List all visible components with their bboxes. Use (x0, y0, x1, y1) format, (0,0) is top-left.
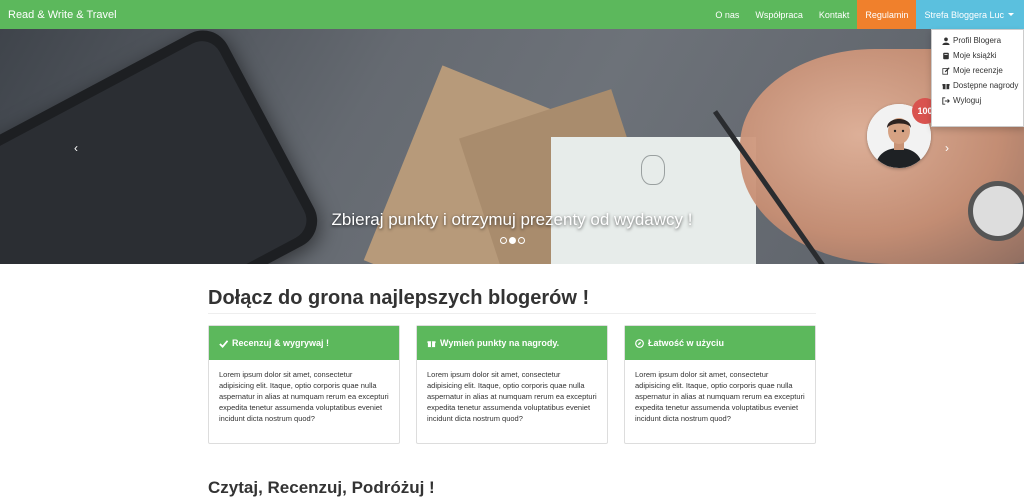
nav-strefa-bloggera[interactable]: Strefa Bloggera Luc (916, 0, 1024, 29)
section-heading-join: Dołącz do grona najlepszych blogerów ! (208, 287, 590, 309)
nav-regulamin[interactable]: Regulamin (857, 0, 917, 29)
book-icon (943, 52, 949, 59)
dropdown-item-nagrody[interactable]: Dostępne nagrody (932, 78, 1023, 93)
carousel-indicator[interactable] (518, 237, 525, 244)
dropdown-item-recenzje[interactable]: Moje recenzje (932, 63, 1023, 78)
stamp-image (641, 155, 665, 185)
panel-title: Łatwość w użyciu (648, 338, 725, 348)
nav-kontakt[interactable]: Kontakt (811, 0, 858, 29)
panel-heading: Łatwość w użyciu (625, 326, 815, 360)
dropdown-item-wyloguj[interactable]: Wyloguj (932, 93, 1023, 108)
carousel-indicator-active[interactable] (509, 237, 516, 244)
panel-body: Lorem ipsum dolor sit amet, consectetur … (219, 370, 389, 423)
panel-body: Lorem ipsum dolor sit amet, consectetur … (635, 370, 805, 423)
panel-heading: Wymień punkty na nagrody. (417, 326, 607, 360)
feature-panels: Recenzuj & wygrywaj ! Lorem ipsum dolor … (208, 325, 816, 444)
user-icon (942, 37, 950, 45)
main-nav: O nas Współpraca Kontakt Regulamin Stref… (707, 0, 1024, 29)
carousel-next-arrow[interactable]: › (945, 141, 949, 155)
dropdown-label: Moje książki (953, 51, 997, 60)
logout-icon (942, 96, 950, 105)
carousel-indicators (500, 237, 525, 244)
user-dropdown-menu: Profil Blogera Moje książki Moje recenzj… (931, 29, 1024, 127)
dropdown-label: Profil Blogera (953, 36, 1002, 45)
carousel-caption: Zbieraj punkty i otrzymuj prezenty od wy… (331, 210, 693, 229)
dropdown-label: Dostępne nagrody (953, 81, 1019, 90)
compass-icon (635, 338, 644, 348)
panel-title: Wymień punkty na nagrody. (440, 338, 560, 348)
dropdown-label: Moje recenzje (953, 66, 1003, 75)
nav-wspolpraca[interactable]: Współpraca (747, 0, 811, 29)
gift-icon (427, 340, 436, 347)
panel-title: Recenzuj & wygrywaj ! (232, 338, 330, 348)
check-icon (219, 339, 228, 348)
carousel-indicator[interactable] (500, 237, 507, 244)
panel-body: Lorem ipsum dolor sit amet, consectetur … (427, 370, 597, 423)
divider (208, 313, 816, 314)
caret-down-icon (1008, 13, 1014, 16)
gift-icon (942, 83, 950, 89)
dropdown-item-profil[interactable]: Profil Blogera (932, 33, 1023, 48)
feature-panel: Recenzuj & wygrywaj ! Lorem ipsum dolor … (208, 325, 400, 444)
nav-o-nas[interactable]: O nas (707, 0, 747, 29)
feature-panel: Łatwość w użyciu Lorem ipsum dolor sit a… (624, 325, 816, 444)
carousel-prev-arrow[interactable]: ‹ (74, 141, 78, 155)
dropdown-label: Wyloguj (953, 96, 982, 105)
panel-heading: Recenzuj & wygrywaj ! (209, 326, 399, 360)
dropdown-item-ksiazki[interactable]: Moje książki (932, 48, 1023, 63)
section-heading-czytaj: Czytaj, Recenzuj, Podróżuj ! (208, 478, 435, 497)
brand-link[interactable]: Read & Write & Travel (0, 9, 117, 21)
top-navbar: Read & Write & Travel O nas Współpraca K… (0, 0, 1024, 29)
feature-panel: Wymień punkty na nagrody. Lorem ipsum do… (416, 325, 608, 444)
edit-icon (942, 66, 950, 75)
nav-strefa-label: Strefa Bloggera Luc (924, 9, 1004, 20)
